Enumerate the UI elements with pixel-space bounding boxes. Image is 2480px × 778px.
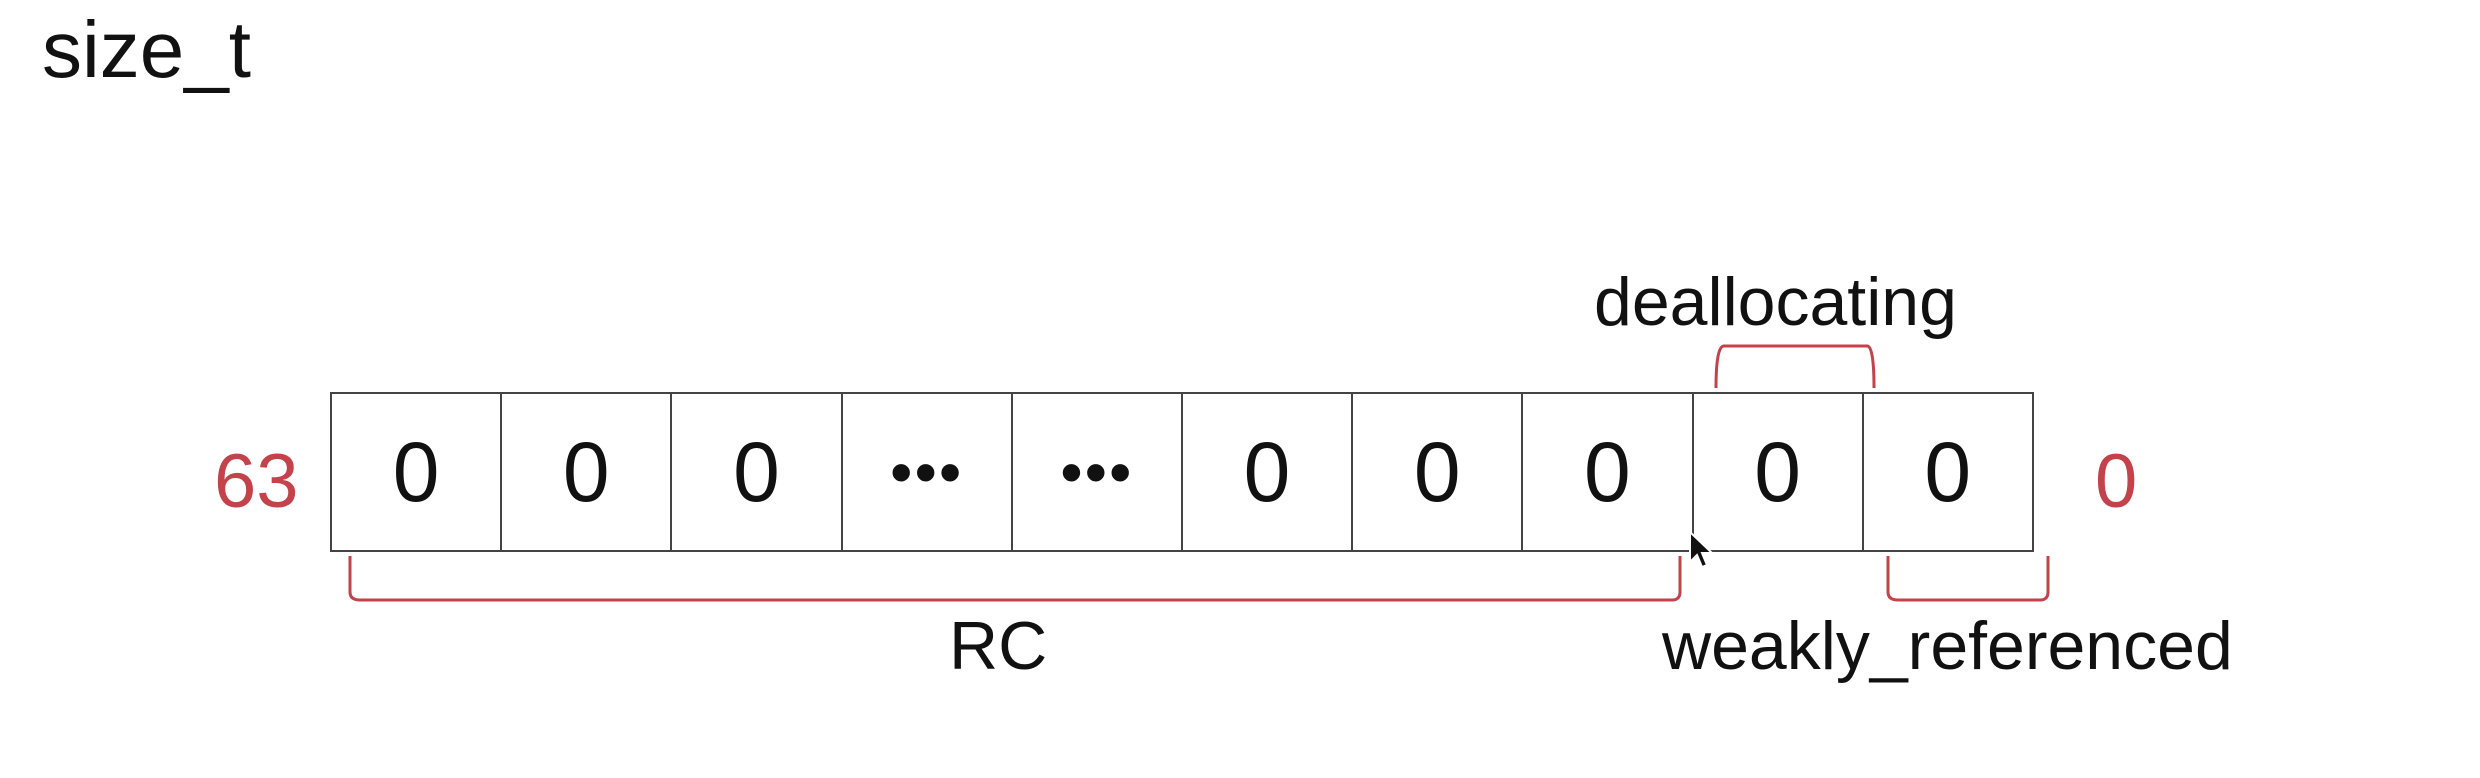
rc-label: RC [949,608,1048,684]
deallocating-bracket [1714,344,1876,389]
mouse-pointer-icon [1689,530,1715,569]
weakly-referenced-label: weakly_referenced [1662,608,2233,684]
deallocating-label: deallocating [1594,264,1957,340]
rc-bracket [348,556,1682,602]
weakly-referenced-bracket [1886,556,2050,602]
